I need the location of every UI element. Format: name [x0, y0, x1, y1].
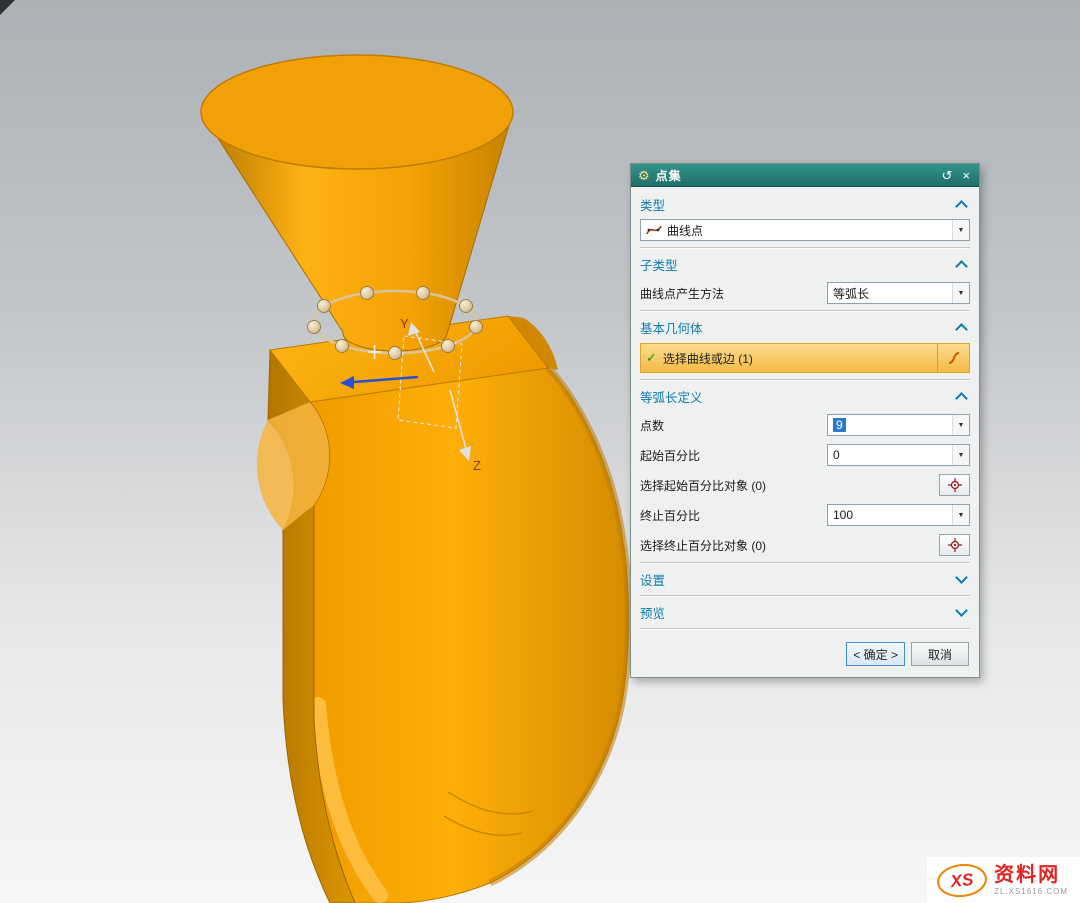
end-percent-input[interactable]: 100 ▼	[827, 504, 970, 526]
separator	[640, 628, 970, 630]
ring-point	[336, 340, 349, 353]
select-curve-label: 选择曲线或边 (1)	[663, 350, 937, 367]
point-select-icon	[947, 537, 963, 553]
select-curve-row[interactable]: ✓ 选择曲线或边 (1)	[640, 343, 970, 373]
section-geometry-title: 基本几何体	[640, 318, 703, 337]
gear-icon: ⚙	[638, 169, 650, 182]
ring-point	[442, 340, 455, 353]
start-percent-object-label: 选择起始百分比对象 (0)	[640, 477, 766, 494]
separator	[640, 247, 970, 249]
cad-viewport[interactable]: Y Z ⚙ 点集 ↺ ×	[0, 0, 1080, 903]
ring-point	[460, 300, 473, 313]
y-axis-label: Y	[400, 316, 409, 331]
watermark-site-name: 资料网	[994, 865, 1068, 885]
point-select-icon	[947, 477, 963, 493]
dialog-header[interactable]: ⚙ 点集 ↺ ×	[631, 164, 979, 187]
start-percent-label: 起始百分比	[640, 447, 700, 464]
ring-point	[318, 300, 331, 313]
dropdown-arrow-icon[interactable]: ▼	[952, 505, 969, 525]
ring-point	[308, 321, 321, 334]
end-percent-row: 终止百分比 100 ▼	[640, 500, 970, 530]
close-icon[interactable]: ×	[960, 169, 972, 182]
method-value: 等弧长	[833, 285, 952, 302]
section-geometry-header[interactable]: 基本几何体	[640, 314, 970, 341]
section-preview-title: 预览	[640, 603, 665, 622]
dropdown-arrow-icon[interactable]: ▼	[952, 220, 969, 240]
start-percent-object-row: 选择起始百分比对象 (0)	[640, 470, 970, 500]
watermark-url: ZL.XS1616.COM	[994, 887, 1068, 896]
separator	[640, 595, 970, 597]
points-count-label: 点数	[640, 417, 664, 434]
ring-point	[417, 287, 430, 300]
ring-point	[361, 287, 374, 300]
watermark: XS 资料网 ZL.XS1616.COM	[927, 857, 1080, 903]
cone-top-face[interactable]	[201, 55, 513, 169]
watermark-logo-text: XS	[950, 869, 975, 891]
dialog-body: 类型 曲线点 ▼ 子类型 曲线点产生方法 等弧长	[631, 187, 979, 634]
end-point-select-button[interactable]	[939, 534, 970, 556]
section-preview-header[interactable]: 预览	[640, 599, 970, 626]
start-percent-row: 起始百分比 0 ▼	[640, 440, 970, 470]
separator	[640, 562, 970, 564]
curve-point-icon	[646, 222, 662, 238]
reset-icon[interactable]: ↺	[940, 169, 955, 182]
curve-flow-button[interactable]	[937, 344, 969, 372]
section-arc-header[interactable]: 等弧长定义	[640, 383, 970, 410]
ring-point	[389, 347, 402, 360]
dropdown-arrow-icon[interactable]: ▼	[952, 415, 969, 435]
end-percent-value: 100	[833, 508, 952, 522]
points-count-value: 9	[833, 418, 846, 432]
cancel-button[interactable]: 取消	[911, 642, 969, 666]
chevron-up-icon[interactable]	[955, 323, 968, 336]
chevron-up-icon[interactable]	[955, 392, 968, 405]
method-dropdown[interactable]: 等弧长 ▼	[827, 282, 970, 304]
start-percent-input[interactable]: 0 ▼	[827, 444, 970, 466]
watermark-text: 资料网 ZL.XS1616.COM	[994, 865, 1068, 896]
section-type-title: 类型	[640, 195, 665, 214]
check-icon: ✓	[646, 350, 657, 366]
chevron-up-icon[interactable]	[955, 200, 968, 213]
corner-artifact	[0, 0, 15, 15]
chevron-up-icon[interactable]	[955, 260, 968, 273]
dropdown-arrow-icon[interactable]: ▼	[952, 445, 969, 465]
curve-point-method-row: 曲线点产生方法 等弧长 ▼	[640, 278, 970, 308]
ok-button[interactable]: < 确定 >	[846, 642, 905, 666]
points-count-input[interactable]: 9 ▼	[827, 414, 970, 436]
z-axis-label: Z	[473, 458, 481, 473]
end-percent-object-label: 选择终止百分比对象 (0)	[640, 537, 766, 554]
dialog-title: 点集	[656, 167, 682, 184]
section-type-header[interactable]: 类型	[640, 191, 970, 218]
section-subtype-header[interactable]: 子类型	[640, 251, 970, 278]
end-percent-label: 终止百分比	[640, 507, 700, 524]
section-arc-title: 等弧长定义	[640, 387, 703, 406]
section-subtype-title: 子类型	[640, 255, 678, 274]
points-count-row: 点数 9 ▼	[640, 410, 970, 440]
section-settings-title: 设置	[640, 570, 665, 589]
dropdown-arrow-icon[interactable]: ▼	[952, 283, 969, 303]
ring-point	[470, 321, 483, 334]
s-curve-icon	[946, 350, 962, 366]
type-dropdown[interactable]: 曲线点 ▼	[640, 219, 970, 241]
watermark-logo-icon: XS	[935, 861, 988, 899]
dialog-footer: < 确定 > 取消	[631, 634, 979, 677]
separator	[640, 379, 970, 381]
chevron-down-icon[interactable]	[955, 604, 968, 617]
separator	[640, 310, 970, 312]
point-set-dialog: ⚙ 点集 ↺ × 类型 曲线点 ▼ 子类型	[630, 163, 980, 678]
type-value: 曲线点	[667, 222, 952, 239]
start-percent-value: 0	[833, 448, 952, 462]
end-percent-object-row: 选择终止百分比对象 (0)	[640, 530, 970, 560]
section-settings-header[interactable]: 设置	[640, 566, 970, 593]
chevron-down-icon[interactable]	[955, 571, 968, 584]
start-point-select-button[interactable]	[939, 474, 970, 496]
method-label: 曲线点产生方法	[640, 285, 724, 302]
